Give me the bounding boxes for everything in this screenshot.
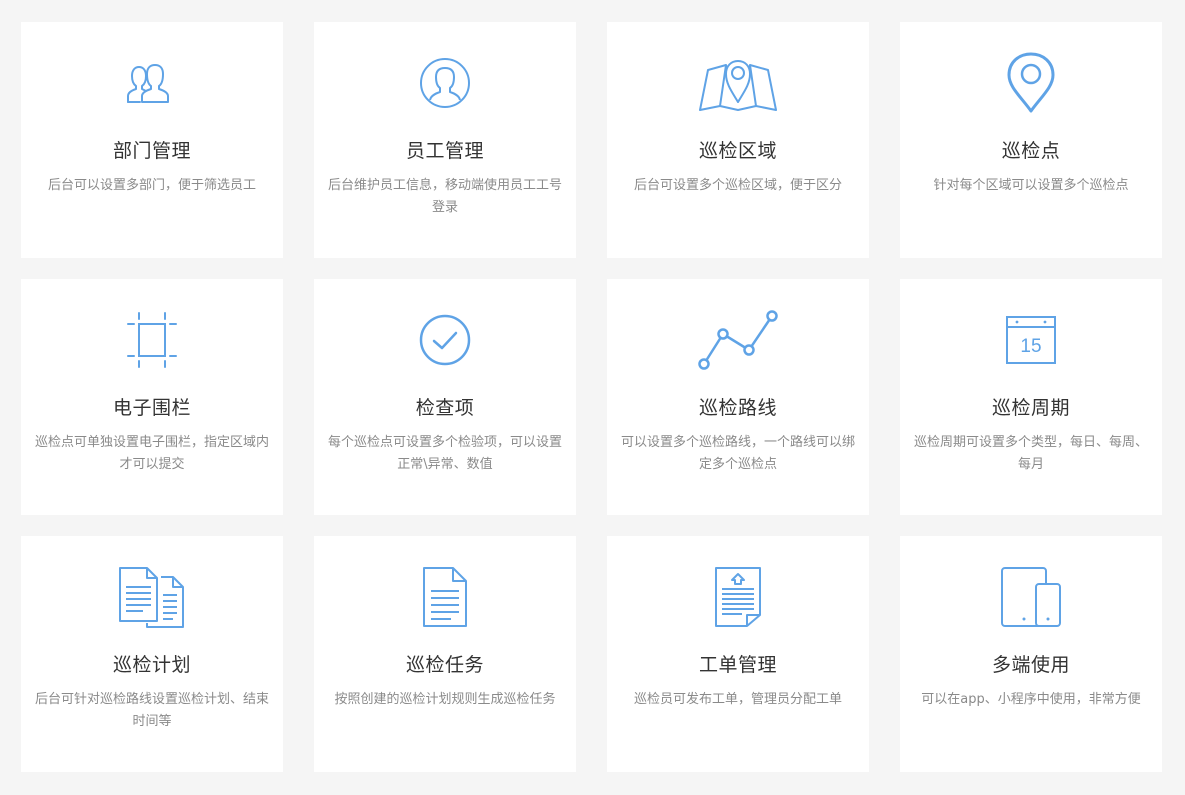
fence-frame-icon	[110, 305, 194, 375]
feature-grid: 部门管理 后台可以设置多部门，便于筛选员工 员工管理 后台维护员工信息，移动端使…	[21, 22, 1162, 772]
feature-description: 后台维护员工信息，移动端使用员工工号登录	[327, 178, 562, 215]
calendar-icon: 15	[989, 305, 1073, 375]
feature-title: 巡检任务	[405, 654, 484, 676]
feature-description: 巡检周期可设置多个类型，每日、每周、每月	[913, 435, 1148, 472]
map-area-icon	[696, 48, 780, 118]
feature-card-check-items[interactable]: 检查项 每个巡检点可设置多个检验项，可以设置正常\异常、数值	[314, 279, 576, 515]
feature-title: 巡检计划	[112, 654, 191, 676]
feature-card-department[interactable]: 部门管理 后台可以设置多部门，便于筛选员工	[21, 22, 283, 258]
document-icon	[403, 562, 487, 632]
work-order-icon	[696, 562, 780, 632]
location-pin-icon	[989, 48, 1073, 118]
feature-card-checkpoint[interactable]: 巡检点 针对每个区域可以设置多个巡检点	[900, 22, 1162, 258]
feature-description: 针对每个区域可以设置多个巡检点	[933, 178, 1129, 193]
feature-card-area[interactable]: 巡检区域 后台可设置多个巡检区域，便于区分	[607, 22, 869, 258]
feature-description: 可以在app、小程序中使用，非常方便	[921, 692, 1141, 707]
feature-description: 每个巡检点可设置多个检验项，可以设置正常\异常、数值	[327, 435, 562, 472]
feature-card-task[interactable]: 巡检任务 按照创建的巡检计划规则生成巡检任务	[314, 536, 576, 772]
feature-title: 巡检区域	[698, 140, 777, 162]
feature-card-plan[interactable]: 巡检计划 后台可针对巡检路线设置巡检计划、结束时间等	[21, 536, 283, 772]
feature-description: 巡检员可发布工单，管理员分配工单	[633, 692, 842, 707]
feature-title: 部门管理	[112, 140, 191, 162]
feature-title: 巡检点	[1001, 140, 1061, 162]
multi-device-icon	[989, 562, 1073, 632]
documents-icon	[110, 562, 194, 632]
feature-description: 巡检点可单独设置电子围栏，指定区域内才可以提交	[34, 435, 269, 472]
feature-title: 检查项	[415, 397, 475, 419]
feature-description: 后台可针对巡检路线设置巡检计划、结束时间等	[34, 692, 269, 729]
feature-title: 巡检周期	[991, 397, 1070, 419]
calendar-day-number: 15	[1020, 336, 1041, 357]
check-circle-icon	[403, 305, 487, 375]
feature-title: 员工管理	[405, 140, 484, 162]
users-icon	[110, 48, 194, 118]
feature-card-route[interactable]: 巡检路线 可以设置多个巡检路线，一个路线可以绑定多个巡检点	[607, 279, 869, 515]
feature-description: 按照创建的巡检计划规则生成巡检任务	[334, 692, 556, 707]
feature-description: 可以设置多个巡检路线，一个路线可以绑定多个巡检点	[620, 435, 855, 472]
feature-card-work-order[interactable]: 工单管理 巡检员可发布工单，管理员分配工单	[607, 536, 869, 772]
feature-title: 工单管理	[698, 654, 777, 676]
route-line-icon	[696, 305, 780, 375]
feature-description: 后台可设置多个巡检区域，便于区分	[633, 178, 842, 193]
feature-card-staff[interactable]: 员工管理 后台维护员工信息，移动端使用员工工号登录	[314, 22, 576, 258]
user-avatar-icon	[403, 48, 487, 118]
feature-title: 电子围栏	[112, 397, 191, 419]
feature-description: 后台可以设置多部门，便于筛选员工	[47, 178, 256, 193]
feature-title: 巡检路线	[698, 397, 777, 419]
feature-card-cycle[interactable]: 15 巡检周期 巡检周期可设置多个类型，每日、每周、每月	[900, 279, 1162, 515]
feature-card-geofence[interactable]: 电子围栏 巡检点可单独设置电子围栏，指定区域内才可以提交	[21, 279, 283, 515]
feature-card-multi-platform[interactable]: 多端使用 可以在app、小程序中使用，非常方便	[900, 536, 1162, 772]
feature-title: 多端使用	[991, 654, 1070, 676]
